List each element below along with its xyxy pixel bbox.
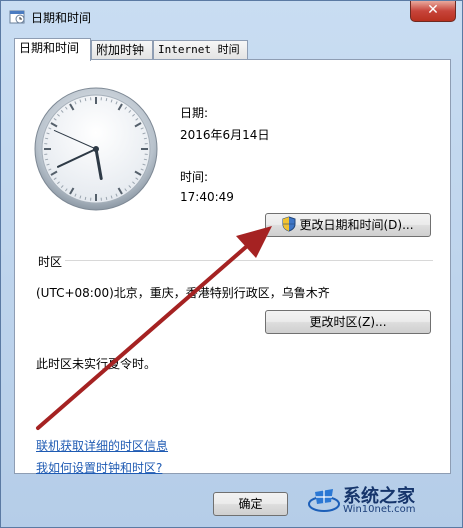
analog-clock: [33, 86, 159, 215]
tab-panel: 日期: 2016年6月14日 时间: 17:40:49 更改日期和时间(D)..…: [14, 59, 451, 476]
uac-shield-icon: [282, 216, 296, 232]
window-title: 日期和时间: [31, 11, 92, 25]
dst-note: 此时区未实行夏令时。: [36, 357, 157, 371]
clock-tick: [84, 98, 87, 102]
tab-internet-time[interactable]: Internet 时间: [153, 40, 248, 59]
timezone-value: (UTC+08:00)北京，重庆，香港特别行政区，乌鲁木齐: [36, 286, 330, 300]
timezone-section-label: 时区: [38, 255, 63, 269]
close-button[interactable]: ✕: [410, 1, 456, 22]
clock-tick: [45, 158, 49, 161]
watermark-site: Win10net.com: [343, 504, 416, 515]
button-label: 更改时区(Z)...: [309, 315, 387, 329]
timezone-divider: [65, 260, 433, 261]
how-to-set-clock-link[interactable]: 我如何设置时钟和时区?: [36, 459, 162, 476]
site-watermark: 系统之家 Win10net.com: [307, 480, 457, 520]
close-icon: ✕: [427, 2, 439, 18]
online-timezone-info-link[interactable]: 联机获取详细的时区信息: [36, 437, 168, 454]
clock-tick: [45, 137, 49, 140]
clock-tick: [84, 196, 87, 200]
tab-label: Internet 时间: [158, 43, 240, 56]
clock-tick: [105, 196, 108, 200]
time-value: 17:40:49: [180, 190, 234, 204]
date-label: 日期:: [180, 106, 209, 120]
clock-tick: [143, 158, 147, 161]
title-bar[interactable]: 日期和时间 ✕: [1, 1, 462, 31]
tab-date-time[interactable]: 日期和时间: [14, 38, 91, 61]
change-date-time-button[interactable]: 更改日期和时间(D)...: [265, 213, 431, 237]
date-value: 2016年6月14日: [180, 128, 270, 142]
tab-label: 附加时钟: [96, 43, 145, 57]
time-label: 时间:: [180, 170, 209, 184]
clock-tick: [143, 137, 147, 140]
clock-app-icon: [9, 8, 25, 24]
button-label: 更改日期和时间(D)...: [299, 218, 414, 232]
change-timezone-button[interactable]: 更改时区(Z)...: [265, 310, 431, 334]
watermark-logo-icon: [308, 489, 340, 512]
clock-face: [34, 87, 158, 211]
button-label: 确定: [238, 497, 263, 511]
clock-tick: [105, 98, 108, 102]
date-time-dialog: 日期和时间 ✕ 日期和时间 附加时钟 Internet 时间 日期: 2016年…: [0, 0, 463, 528]
tab-label: 日期和时间: [19, 41, 80, 55]
ok-button[interactable]: 确定: [213, 492, 288, 516]
tab-additional-clocks[interactable]: 附加时钟: [91, 40, 153, 59]
